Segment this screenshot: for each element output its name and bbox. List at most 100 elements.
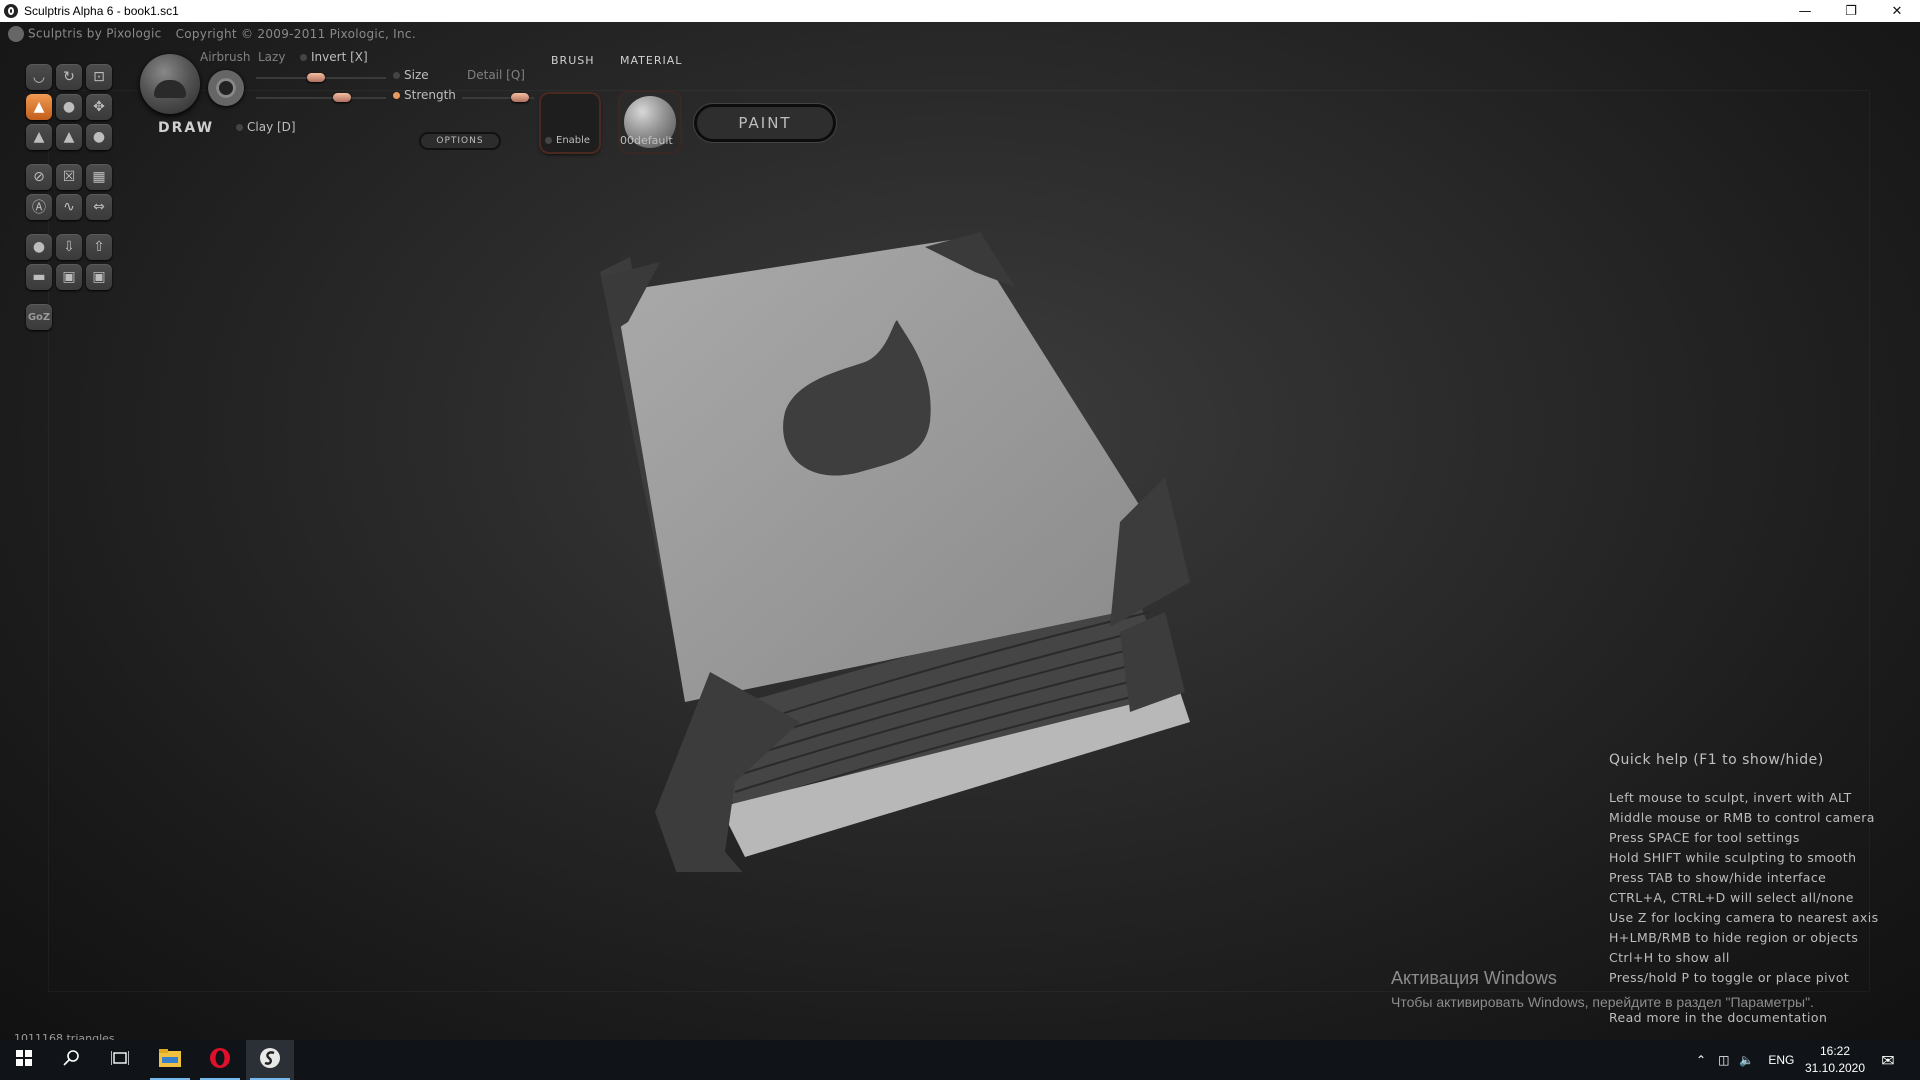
sculptris-icon bbox=[259, 1047, 281, 1074]
size-radio bbox=[393, 72, 400, 79]
plane-icon: ▬ bbox=[32, 269, 46, 285]
quick-help-line: Press SPACE for tool settings bbox=[1609, 830, 1800, 845]
strength-control[interactable]: Strength bbox=[393, 88, 456, 102]
task-view-icon bbox=[110, 1050, 130, 1071]
system-tray: ⌃ ◫ 🔈 ENG bbox=[1696, 1040, 1794, 1080]
plane-tool[interactable]: ▬ bbox=[26, 264, 52, 290]
windows-start-icon bbox=[16, 1049, 32, 1071]
export-tool[interactable]: ⇧ bbox=[86, 234, 112, 260]
paint-button[interactable]: PAINT bbox=[694, 104, 836, 142]
draw-icon: ▲ bbox=[33, 99, 45, 115]
language-indicator[interactable]: ENG bbox=[1768, 1053, 1794, 1067]
goz-button[interactable]: GoZ bbox=[26, 304, 52, 330]
wireframe-icon: ☒ bbox=[62, 169, 76, 185]
smooth-icon: ▲ bbox=[63, 129, 75, 145]
invert-toggle[interactable]: Invert [X] bbox=[300, 50, 368, 64]
quick-help-line: H+LMB/RMB to hide region or objects bbox=[1609, 930, 1859, 945]
strength-slider-track[interactable] bbox=[256, 97, 386, 99]
import-icon: ⇩ bbox=[63, 239, 75, 255]
quick-help-line: Left mouse to sculpt, invert with ALT bbox=[1609, 790, 1852, 805]
windows-activation-subtitle: Чтобы активировать Windows, перейдите в … bbox=[1391, 994, 1814, 1010]
network-icon[interactable]: ◫ bbox=[1718, 1053, 1729, 1067]
options-button[interactable]: OPTIONS bbox=[419, 132, 501, 150]
detail-label: Detail [Q] bbox=[467, 68, 525, 82]
strength-slider-knob[interactable] bbox=[332, 93, 351, 102]
scale-icon: ⊡ bbox=[93, 69, 105, 85]
rotate-tool[interactable]: ↻ bbox=[56, 64, 82, 90]
quick-help-line: Middle mouse or RMB to control camera bbox=[1609, 810, 1875, 825]
copyright-text: Copyright © 2009-2011 Pixologic, Inc. bbox=[175, 27, 416, 41]
quick-help-line: CTRL+A, CTRL+D will select all/none bbox=[1609, 890, 1854, 905]
quick-help-line: Hold SHIFT while sculpting to smooth bbox=[1609, 850, 1857, 865]
wireframe-tool[interactable]: ☒ bbox=[56, 164, 82, 190]
smooth-tool[interactable]: ▲ bbox=[56, 124, 82, 150]
task-view-button[interactable] bbox=[96, 1040, 144, 1080]
clay-toggle[interactable]: Clay [D] bbox=[236, 120, 296, 134]
grid-tool[interactable]: ▦ bbox=[86, 164, 112, 190]
clay-radio bbox=[236, 124, 243, 131]
symmetry-icon: ⊘ bbox=[33, 169, 45, 185]
folder-icon bbox=[159, 1048, 181, 1072]
enable-label: Enable bbox=[556, 135, 591, 146]
detail-slider-knob[interactable] bbox=[510, 93, 529, 102]
size-control[interactable]: Size bbox=[393, 68, 429, 82]
pinch-tool[interactable]: ✥ bbox=[86, 94, 112, 120]
lazy-toggle[interactable]: Lazy bbox=[258, 50, 285, 64]
show-hidden-icons-button[interactable]: ⌃ bbox=[1696, 1053, 1706, 1067]
action-center-button[interactable]: ✉ bbox=[1864, 1040, 1912, 1080]
volume-icon[interactable]: 🔈 bbox=[1739, 1053, 1754, 1067]
taskbar-app-file-explorer[interactable] bbox=[146, 1040, 194, 1080]
taskbar-app-opera[interactable] bbox=[196, 1040, 244, 1080]
taskbar-app-sculptris[interactable] bbox=[246, 1040, 294, 1080]
notification-icon: ✉ bbox=[1881, 1050, 1895, 1070]
material-name: 00default bbox=[620, 134, 673, 147]
move-icon: ⇔ bbox=[93, 199, 105, 215]
start-button[interactable] bbox=[0, 1040, 48, 1080]
restore-button[interactable]: ❐ bbox=[1828, 0, 1874, 22]
sphere-tool[interactable]: ● bbox=[26, 234, 52, 260]
inflate-tool[interactable]: ● bbox=[56, 94, 82, 120]
brand-text: Sculptris by Pixologic bbox=[28, 26, 162, 41]
window-title: Sculptris Alpha 6 - book1.sc1 bbox=[24, 4, 179, 18]
opera-icon bbox=[209, 1047, 231, 1074]
export-icon: ⇧ bbox=[93, 239, 105, 255]
reduce-icon: Ⓐ bbox=[32, 200, 46, 216]
brush-preview-orb[interactable] bbox=[140, 54, 200, 114]
invert-label: Invert [X] bbox=[311, 50, 368, 64]
sculpt-viewport[interactable]: Sculptris by Pixologic Copyright © 2009-… bbox=[0, 22, 1920, 1045]
reduce-tool[interactable]: Ⓐ bbox=[26, 194, 52, 220]
open-tool[interactable]: ▣ bbox=[86, 264, 112, 290]
quick-help-line: Use Z for locking camera to nearest axis bbox=[1609, 910, 1879, 925]
open-icon: ▣ bbox=[92, 269, 106, 285]
import-tool[interactable]: ⇩ bbox=[56, 234, 82, 260]
rotate-icon: ↻ bbox=[63, 69, 75, 85]
size-slider-knob[interactable] bbox=[306, 73, 325, 82]
save-tool[interactable]: ▣ bbox=[56, 264, 82, 290]
minimize-button[interactable]: — bbox=[1782, 0, 1828, 22]
grab-icon: ● bbox=[92, 129, 106, 145]
airbrush-toggle[interactable]: Airbrush bbox=[200, 50, 251, 64]
crease-tool[interactable]: ◡ bbox=[26, 64, 52, 90]
window-controls: — ❐ ✕ bbox=[1782, 0, 1920, 22]
stroke-orb-icon[interactable] bbox=[208, 70, 244, 106]
quick-help-line: Press TAB to show/hide interface bbox=[1609, 870, 1827, 885]
symmetry-tool[interactable]: ⊘ bbox=[26, 164, 52, 190]
draw-tool[interactable]: ▲ bbox=[26, 94, 52, 120]
brush-label: BRUSH bbox=[551, 54, 595, 67]
grab-tool[interactable]: ● bbox=[86, 124, 112, 150]
taskbar-clock[interactable]: 16:22 31.10.2020 bbox=[1800, 1043, 1870, 1077]
invert-radio bbox=[300, 54, 307, 61]
scale-tool[interactable]: ⊡ bbox=[86, 64, 112, 90]
save-icon: ▣ bbox=[62, 269, 76, 285]
brush-enable-toggle[interactable]: Enable bbox=[545, 135, 590, 146]
close-button[interactable]: ✕ bbox=[1874, 0, 1920, 22]
book-model bbox=[600, 232, 1190, 872]
size-label: Size bbox=[404, 68, 429, 82]
documentation-link[interactable]: Read more in the documentation bbox=[1609, 1010, 1827, 1025]
move-tool[interactable]: ⇔ bbox=[86, 194, 112, 220]
mask-icon: ∿ bbox=[63, 199, 75, 215]
search-button[interactable] bbox=[48, 1040, 96, 1080]
flatten-tool[interactable]: ▲ bbox=[26, 124, 52, 150]
mask-tool[interactable]: ∿ bbox=[56, 194, 82, 220]
pixologic-logo-icon: Sculptris by Pixologic bbox=[8, 26, 162, 42]
